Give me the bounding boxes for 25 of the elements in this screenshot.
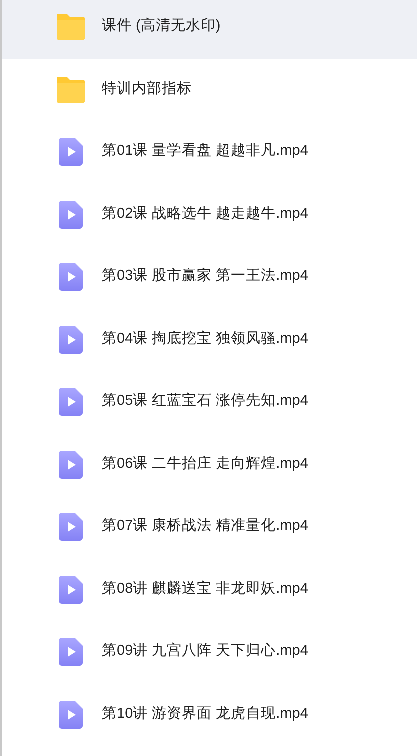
- video-file-icon: [59, 138, 83, 166]
- video-file-icon: [59, 326, 83, 354]
- video-file-icon: [59, 513, 83, 542]
- video-file-icon: [59, 200, 83, 229]
- file-name: 第06课 二牛抬庄 走向辉煌.mp4: [102, 454, 308, 474]
- file-name: 第01课 量学看盘 超越非凡.mp4: [102, 142, 308, 162]
- file-name: 第07课 康桥战法 精准量化.mp4: [102, 516, 308, 536]
- video-file-icon: [59, 450, 83, 479]
- video-file-icon: [59, 638, 83, 666]
- file-name: 第10讲 游资界面 龙虎自现.mp4: [102, 704, 308, 724]
- file-name: 课件 (高清无水印): [102, 16, 221, 36]
- file-name: 第05课 红蓝宝石 涨停先知.mp4: [102, 392, 308, 412]
- video-file-icon: [59, 700, 83, 729]
- file-name: 第04课 掏底挖宝 独领风骚.mp4: [102, 330, 308, 349]
- folder-icon: [55, 76, 87, 104]
- video-file-icon: [59, 263, 83, 292]
- video-file-icon: [59, 388, 83, 416]
- file-name: 第03课 股市赢家 第一王法.mp4: [102, 266, 308, 286]
- file-name: 特训内部指标: [102, 80, 192, 99]
- video-file-icon: [59, 576, 83, 604]
- file-name: 第08讲 麒麟送宝 非龙即妖.mp4: [102, 580, 308, 599]
- file-name: 第09讲 九宫八阵 天下归心.mp4: [102, 642, 308, 662]
- file-row[interactable]: 课件 (高清无水印): [2, 0, 417, 58]
- folder-icon: [55, 13, 87, 42]
- file-name: 第02课 战略选牛 越走越牛.mp4: [102, 204, 308, 224]
